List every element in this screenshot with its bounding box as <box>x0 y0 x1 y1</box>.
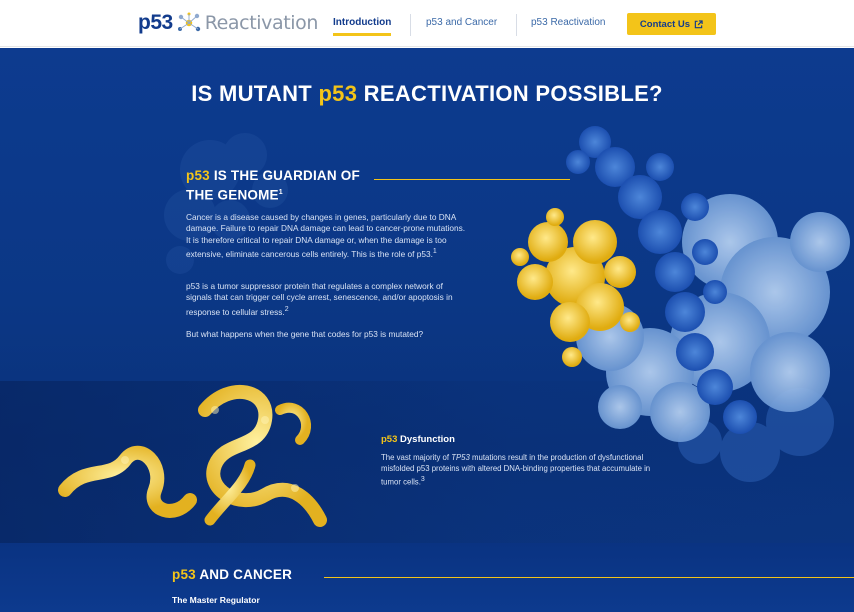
cancer-title-rule <box>324 577 854 578</box>
main-nav: Introduction p53 and Cancer p53 Reactiva… <box>0 0 854 47</box>
dysfunction-paragraph: The vast majority of TP53 mutations resu… <box>381 453 651 487</box>
nav-introduction[interactable]: Introduction <box>333 17 392 36</box>
nav-p53-reactivation[interactable]: p53 Reactivation <box>531 17 606 28</box>
page-headline: IS MUTANT p53 REACTIVATION POSSIBLE? <box>191 81 663 106</box>
p53-dna-protein-illustration <box>511 126 850 482</box>
contact-us-label: Contact Us <box>639 18 691 30</box>
guardian-paragraph-2: p53 is a tumor suppressor protein that r… <box>186 281 453 317</box>
contact-us-button[interactable]: Contact Us <box>627 13 716 35</box>
guardian-section-title: p53 IS THE GUARDIAN OF THE GENOME1 <box>186 168 360 203</box>
cancer-section-title: p53 AND CANCER <box>172 567 293 582</box>
nav-p53-and-cancer[interactable]: p53 and Cancer <box>426 17 497 28</box>
guardian-paragraph-1: Cancer is a disease caused by changes in… <box>186 212 466 259</box>
site-header: p53 Reactivation Introduction p53 and Ca… <box>0 0 854 47</box>
misfolded-p53-strands-illustration <box>58 385 327 527</box>
hero-section: IS MUTANT p53 REACTIVATION POSSIBLE? p53… <box>0 48 854 612</box>
nav-separator <box>516 14 517 36</box>
nav-separator <box>410 14 411 36</box>
guardian-paragraph-3: But what happens when the gene that code… <box>186 329 424 339</box>
dysfunction-title: p53 Dysfunction <box>381 434 455 445</box>
master-regulator-subtitle: The Master Regulator <box>172 595 260 605</box>
external-link-icon <box>694 19 703 28</box>
